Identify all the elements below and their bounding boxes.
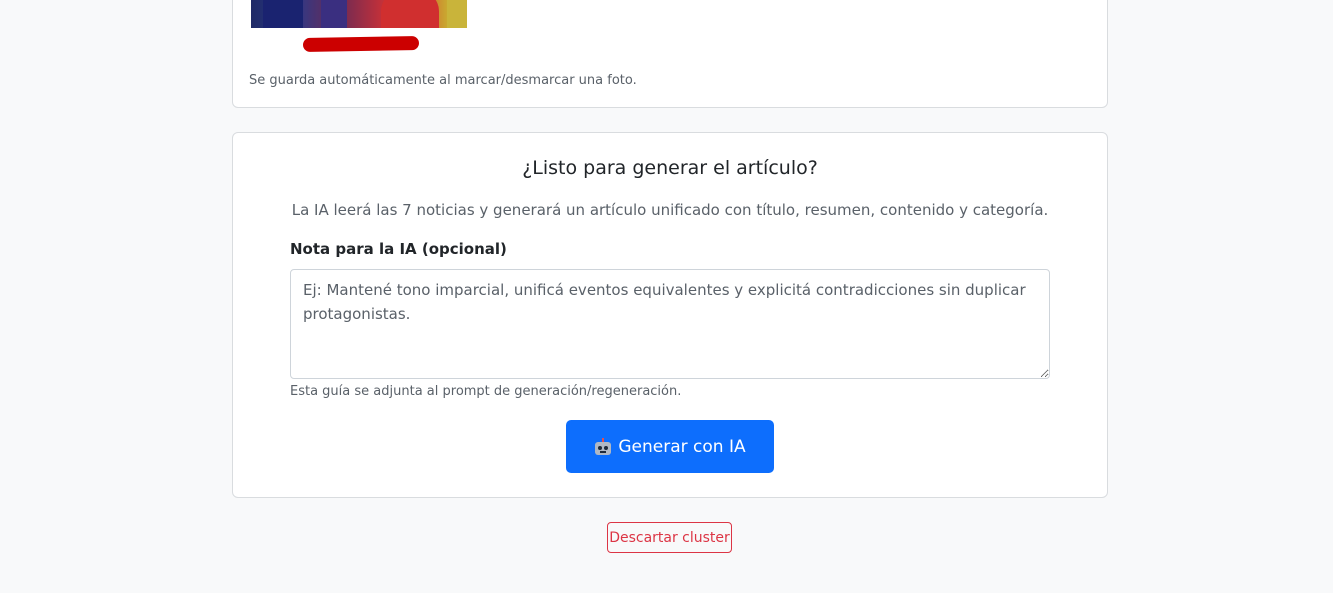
robot-icon	[594, 437, 612, 456]
generate-with-ai-button[interactable]: Generar con IA	[566, 420, 774, 473]
photo-figure	[447, 0, 467, 28]
photo-selection-card: Se guarda automáticamente al marcar/desm…	[232, 0, 1108, 108]
generate-article-card: ¿Listo para generar el artículo? La IA l…	[232, 132, 1108, 498]
photo-figure	[381, 0, 439, 28]
ai-note-textarea[interactable]	[290, 269, 1050, 379]
photo-figure	[321, 0, 347, 28]
redaction-mark	[302, 35, 420, 53]
photo-figure	[263, 0, 303, 28]
discard-cluster-button[interactable]: Descartar cluster	[607, 522, 732, 553]
photo-thumbnail[interactable]	[251, 0, 467, 28]
photo-autosave-hint: Se guarda automáticamente al marcar/desm…	[249, 73, 637, 88]
generate-description: La IA leerá las 7 noticias y generará un…	[291, 201, 1049, 219]
generate-button-label: Generar con IA	[618, 436, 746, 457]
generate-title: ¿Listo para generar el artículo?	[522, 157, 818, 179]
ai-note-help: Esta guía se adjunta al prompt de genera…	[290, 384, 682, 399]
ai-note-label: Nota para la IA (opcional)	[290, 240, 507, 258]
